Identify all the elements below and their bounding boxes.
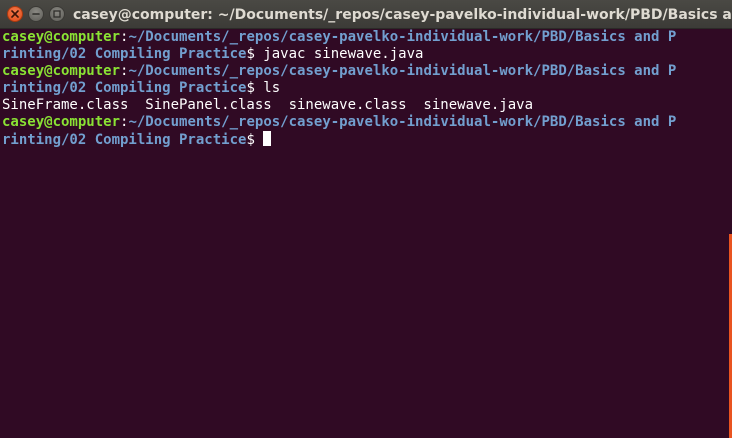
terminal-line: casey@computer:~/Documents/_repos/casey-… [2,114,676,131]
prompt-symbol: $ [246,80,264,96]
command-text: javac sinewave.java [263,46,424,62]
prompt-user: casey@computer [2,29,121,45]
minimize-button[interactable] [28,6,44,22]
terminal-line: casey@computer:~/Documents/_repos/casey-… [2,63,676,80]
command-text: ls [263,80,281,96]
terminal-window: casey@computer: ~/Documents/_repos/casey… [0,0,732,438]
prompt-path: rinting/02 Compiling Practice [2,132,247,148]
terminal-output: casey@computer:~/Documents/_repos/casey-… [2,29,676,148]
minimize-icon [32,13,40,15]
command-output: SineFrame.class SinePanel.class sinewave… [2,97,534,113]
prompt-path: rinting/02 Compiling Practice [2,80,247,96]
terminal-area[interactable]: casey@computer:~/Documents/_repos/casey-… [0,29,732,438]
window-title: casey@computer: ~/Documents/_repos/casey… [73,7,732,23]
text-cursor [262,131,271,146]
terminal-line: rinting/02 Compiling Practice$ ls [2,80,676,97]
maximize-button[interactable] [49,6,65,22]
terminal-line: rinting/02 Compiling Practice$ javac sin… [2,46,676,63]
prompt-user: casey@computer [2,63,121,79]
prompt-user: casey@computer [2,114,121,130]
title-bar[interactable]: casey@computer: ~/Documents/_repos/casey… [0,0,732,29]
close-icon [11,10,19,18]
prompt-path: ~/Documents/_repos/casey-pavelko-individ… [128,63,677,79]
prompt-path: ~/Documents/_repos/casey-pavelko-individ… [128,29,677,45]
prompt-symbol: $ [246,46,264,62]
close-button[interactable] [7,6,23,22]
terminal-line: rinting/02 Compiling Practice$ [2,131,676,148]
prompt-path: rinting/02 Compiling Practice [2,46,247,62]
terminal-line: casey@computer:~/Documents/_repos/casey-… [2,29,676,46]
terminal-line: SineFrame.class SinePanel.class sinewave… [2,97,676,114]
maximize-icon [53,10,61,18]
prompt-symbol: $ [246,132,255,148]
prompt-path: ~/Documents/_repos/casey-pavelko-individ… [128,114,677,130]
